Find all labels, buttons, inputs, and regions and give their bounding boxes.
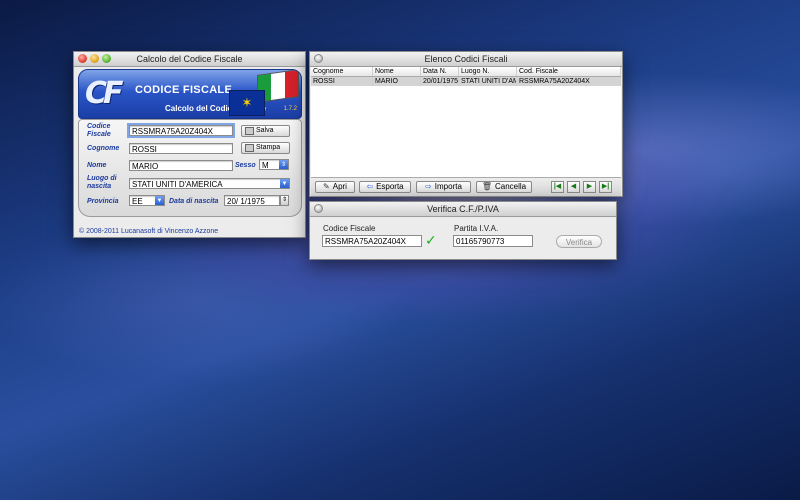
first-record-button[interactable]: |◀: [551, 181, 564, 193]
close-window-button[interactable]: [314, 204, 323, 213]
column-header[interactable]: Cognome: [311, 67, 373, 76]
cf-logo: CF: [85, 76, 123, 111]
esporta-button[interactable]: ⇦ Esporta: [359, 181, 411, 193]
prev-record-icon: ◀: [570, 183, 577, 190]
esporta-button-label: Esporta: [376, 182, 404, 191]
form-panel: Codice Fiscale RSSMRA75A20Z404X Salva Co…: [78, 119, 302, 217]
sesso-value: M: [262, 161, 269, 170]
cf-verify-field[interactable]: RSSMRA75A20Z404X: [322, 235, 422, 247]
luogo-nascita-select[interactable]: STATI UNITI D'AMERICA ▼: [129, 178, 290, 189]
codice-fiscale-label: Codice Fiscale: [87, 123, 111, 138]
next-record-icon: ▶: [586, 183, 593, 190]
last-record-icon: ▶|: [601, 183, 610, 190]
stampa-button[interactable]: Stampa: [241, 142, 290, 154]
save-icon: [245, 127, 254, 135]
provincia-label: Provincia: [87, 198, 119, 205]
eu-flag-icon: ✶: [229, 90, 265, 116]
table-header: Cognome Nome Data N. Luogo N. Cod. Fisca…: [311, 67, 621, 77]
luogo-nascita-value: STATI UNITI D'AMERICA: [132, 180, 223, 189]
calc-titlebar[interactable]: Calcolo del Codice Fiscale: [74, 52, 305, 67]
provincia-value: EE: [132, 197, 143, 206]
sesso-label: Sesso: [235, 162, 256, 169]
data-nascita-label: Data di nascita: [169, 198, 219, 205]
table-cell: STATI UNITI D'AMERICA: [459, 77, 517, 86]
column-header[interactable]: Nome: [373, 67, 421, 76]
piva-field[interactable]: 01165790773: [453, 235, 533, 247]
verify-window-title: Verifica C.F./P.IVA: [427, 204, 499, 214]
stampa-button-label: Stampa: [256, 144, 281, 151]
codici-table: Cognome Nome Data N. Luogo N. Cod. Fisca…: [311, 67, 621, 192]
chevron-down-icon: ▼: [280, 179, 289, 188]
importa-button[interactable]: ⇨ Importa: [416, 181, 471, 193]
salva-button-label: Salva: [256, 127, 274, 134]
banner-title: CODICE FISCALE: [135, 84, 233, 96]
list-toolbar: ✎ Apri ⇦ Esporta ⇨ Importa 🗑 Cancella |◀…: [311, 177, 621, 196]
verifica-button[interactable]: Verifica: [556, 235, 602, 248]
column-header[interactable]: Data N.: [421, 67, 459, 76]
codice-fiscale-field[interactable]: RSSMRA75A20Z404X: [127, 123, 235, 138]
export-arrow-icon: ⇦: [366, 182, 374, 191]
cognome-field[interactable]: ROSSI: [129, 143, 233, 154]
first-record-icon: |◀: [553, 183, 562, 190]
close-window-button[interactable]: [314, 54, 323, 63]
zoom-window-button[interactable]: [102, 54, 111, 63]
next-record-button[interactable]: ▶: [583, 181, 596, 193]
piva-label: Partita I.V.A.: [454, 224, 499, 233]
cf-label: Codice Fiscale: [323, 224, 376, 233]
cf-banner: CF CODICE FISCALE Calcolo del Codice Fis…: [78, 69, 302, 119]
minimize-window-button[interactable]: [90, 54, 99, 63]
import-arrow-icon: ⇨: [425, 182, 432, 191]
table-row[interactable]: ROSSI MARIO 20/01/1975 STATI UNITI D'AME…: [311, 77, 621, 86]
verify-titlebar[interactable]: Verifica C.F./P.IVA: [310, 202, 616, 217]
copyright-text: © 2008-2011 Lucanasoft di Vincenzo Azzon…: [79, 228, 219, 235]
calc-window: Calcolo del Codice Fiscale CF CODICE FIS…: [73, 51, 306, 238]
salva-button[interactable]: Salva: [241, 125, 290, 137]
checkmark-icon: ✓: [425, 232, 437, 248]
cancella-button-label: Cancella: [495, 182, 527, 191]
prev-record-button[interactable]: ◀: [567, 181, 580, 193]
apri-button[interactable]: ✎ Apri: [315, 181, 355, 193]
printer-icon: [245, 144, 254, 152]
column-header[interactable]: Luogo N.: [459, 67, 517, 76]
pencil-icon: ✎: [323, 182, 330, 191]
chevron-updown-icon: ⇕: [279, 160, 288, 169]
list-window-title: Elenco Codici Fiscali: [424, 54, 508, 64]
table-cell: RSSMRA75A20Z404X: [517, 77, 621, 86]
list-titlebar[interactable]: Elenco Codici Fiscali: [310, 52, 622, 67]
table-cell: MARIO: [373, 77, 421, 86]
nome-field[interactable]: MARIO: [129, 160, 233, 171]
cancella-button[interactable]: 🗑 Cancella: [476, 181, 532, 193]
close-window-button[interactable]: [78, 54, 87, 63]
cognome-label: Cognome: [87, 145, 120, 152]
table-cell: 20/01/1975: [423, 77, 459, 86]
importa-button-label: Importa: [434, 182, 462, 191]
apri-button-label: Apri: [332, 182, 347, 191]
trash-icon: 🗑: [481, 182, 492, 191]
sesso-select[interactable]: M ⇕: [259, 159, 289, 170]
table-cell: ROSSI: [311, 77, 373, 86]
list-window: Elenco Codici Fiscali Cognome Nome Data …: [309, 51, 623, 197]
column-header[interactable]: Cod. Fiscale: [517, 67, 621, 76]
verify-window: Verifica C.F./P.IVA Codice Fiscale RSSMR…: [309, 201, 617, 260]
provincia-select[interactable]: EE ▼: [129, 195, 165, 206]
nome-label: Nome: [87, 162, 107, 169]
last-record-button[interactable]: ▶|: [599, 181, 612, 193]
data-nascita-field[interactable]: 20/ 1/1975: [224, 195, 280, 206]
luogo-nascita-label: Luogo di nascita: [87, 175, 117, 190]
chevron-down-icon: ▼: [155, 196, 164, 205]
version-label: 1.7.2: [283, 106, 297, 112]
calc-window-title: Calcolo del Codice Fiscale: [136, 54, 243, 64]
date-stepper-icon[interactable]: ⇕: [280, 195, 289, 206]
